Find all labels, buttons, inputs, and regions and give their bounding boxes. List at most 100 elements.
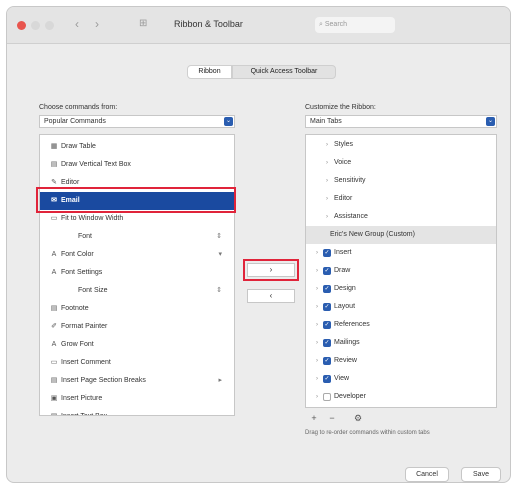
command-item[interactable]: Font Size ⇕ — [40, 282, 234, 300]
disclosure-triangle-icon[interactable]: › — [326, 136, 328, 154]
add-button-highlight-box — [243, 259, 299, 281]
disclosure-triangle-icon[interactable]: › — [326, 154, 328, 172]
ribbon-tree-item[interactable]: › ✓ Review — [306, 352, 496, 370]
command-item[interactable]: ▤ Footnote — [40, 300, 234, 318]
tab-checkbox[interactable]: ✓ — [323, 303, 331, 311]
tab-checkbox[interactable]: ✓ — [323, 285, 331, 293]
ribbon-tree-item[interactable]: › ✓ Design — [306, 280, 496, 298]
tab-checkbox[interactable]: ✓ — [323, 375, 331, 383]
disclosure-triangle-icon[interactable]: › — [326, 172, 328, 190]
disclosure-triangle-icon[interactable]: › — [316, 370, 318, 388]
chevron-down-icon: ⌄ — [486, 117, 495, 126]
ribbon-item-label: Draw — [334, 267, 351, 274]
settings-gear-icon[interactable]: ⚙ — [351, 411, 365, 425]
command-item[interactable]: A Grow Font — [40, 336, 234, 354]
disclosure-triangle-icon[interactable]: › — [326, 190, 328, 208]
remove-command-button[interactable]: ‹ — [247, 289, 295, 303]
comment-icon: ▭ — [50, 359, 58, 366]
close-window-button[interactable] — [17, 21, 26, 30]
ribbon-tree-item[interactable]: › Styles — [306, 136, 496, 154]
grow-font-icon: A — [51, 341, 57, 348]
command-item[interactable]: ▤ Insert Page Section Breaks ▸ — [40, 372, 234, 390]
cancel-button[interactable]: Cancel — [405, 467, 449, 482]
save-button[interactable]: Save — [461, 467, 501, 482]
ribbon-tree-item[interactable]: › Sensitivity — [306, 172, 496, 190]
ribbon-tree-item[interactable]: › Voice — [306, 154, 496, 172]
disclosure-triangle-icon[interactable]: › — [316, 334, 318, 352]
tab-checkbox[interactable]: ✓ — [323, 249, 331, 257]
ribbon-tree-item[interactable]: › ✓ Draw — [306, 262, 496, 280]
text-box-icon: ▤ — [50, 408, 58, 415]
command-item[interactable]: ✐ Format Painter — [40, 318, 234, 336]
tab-quick-access-toolbar[interactable]: Quick Access Toolbar — [232, 65, 336, 79]
command-item[interactable]: ▣ Insert Picture — [40, 390, 234, 408]
remove-tab-button[interactable]: − — [325, 411, 339, 425]
commands-list[interactable]: ▦ Draw Table ▤ Draw Vertical Text Box ✎ Edito… — [39, 134, 235, 416]
disclosure-triangle-icon[interactable]: › — [316, 316, 318, 334]
customize-ribbon-label: Customize the Ribbon: — [305, 104, 376, 111]
ribbon-tree-item[interactable]: › ✓ Insert — [306, 244, 496, 262]
custom-group-item[interactable]: Eric's New Group (Custom) — [306, 226, 496, 244]
tab-checkbox[interactable]: ✓ — [323, 267, 331, 275]
ribbon-tree-item[interactable]: › Developer — [306, 388, 496, 406]
disclosure-triangle-icon[interactable]: › — [316, 388, 318, 406]
grid-view-icon[interactable]: ⊞ — [139, 18, 147, 29]
submenu-arrow-icon: ⇕ — [216, 287, 222, 294]
commands-source-value: Popular Commands — [44, 118, 106, 125]
tab-checkbox[interactable] — [323, 393, 331, 401]
page-break-icon: ▤ — [50, 377, 58, 384]
disclosure-triangle-icon[interactable]: › — [316, 280, 318, 298]
command-label: Insert Text Box — [61, 408, 107, 415]
tab-checkbox[interactable]: ✓ — [323, 321, 331, 329]
search-input[interactable]: ⌕ Search — [315, 17, 395, 33]
ribbon-item-label: Design — [334, 285, 356, 292]
ribbon-item-label: Assistance — [334, 213, 368, 220]
command-item[interactable]: ▦ Draw Table — [40, 138, 234, 156]
command-item[interactable]: ▤Insert Text Box — [40, 408, 234, 415]
disclosure-triangle-icon[interactable]: › — [316, 298, 318, 316]
zoom-window-button[interactable] — [45, 21, 54, 30]
disclosure-triangle-icon[interactable]: › — [326, 208, 328, 226]
ribbon-tree-item[interactable]: › ✓ View — [306, 370, 496, 388]
ribbon-toolbar-window: ‹ › ⊞ Ribbon & Toolbar ⌕ Search Ribbon Q… — [6, 6, 511, 483]
tab-ribbon[interactable]: Ribbon — [187, 65, 232, 79]
ribbon-tree-item[interactable]: › ✓ Mailings — [306, 334, 496, 352]
minimize-window-button[interactable] — [31, 21, 40, 30]
footnote-icon: ▤ — [50, 305, 58, 312]
chevron-down-icon: ⌄ — [224, 117, 233, 126]
text-box-icon: ▤ — [50, 161, 58, 168]
forward-icon[interactable]: › — [95, 17, 99, 31]
command-item[interactable]: ▤ Draw Vertical Text Box — [40, 156, 234, 174]
window-title: Ribbon & Toolbar — [174, 19, 243, 29]
command-label: Font Size — [78, 287, 108, 294]
disclosure-triangle-icon[interactable]: › — [316, 244, 318, 262]
title-bar: ‹ › ⊞ Ribbon & Toolbar ⌕ Search — [7, 7, 510, 44]
command-item[interactable]: Font ⇕ — [40, 228, 234, 246]
ribbon-item-label: Insert — [334, 249, 352, 256]
command-item[interactable]: ▭ Insert Comment — [40, 354, 234, 372]
submenu-arrow-icon: ▾ — [218, 251, 222, 258]
commands-source-select[interactable]: Popular Commands ⌄ — [39, 115, 235, 128]
ribbon-tree-item[interactable]: › Assistance — [306, 208, 496, 226]
ribbon-item-label: Editor — [334, 195, 353, 202]
tab-checkbox[interactable]: ✓ — [323, 357, 331, 365]
ribbon-item-label: Review — [334, 357, 357, 364]
ribbon-tree[interactable]: › Styles › Voice › Sensitivity › Editor › Assista… — [305, 134, 497, 408]
font-settings-icon: A — [51, 269, 57, 276]
ribbon-tree-item[interactable]: › ✓ Layout — [306, 298, 496, 316]
add-tab-button[interactable]: + — [307, 411, 321, 425]
command-item[interactable]: A Font Settings — [40, 264, 234, 282]
email-highlight-box — [36, 187, 236, 213]
ribbon-tree-item[interactable]: › ✓ References — [306, 316, 496, 334]
command-label: Insert Comment — [61, 359, 111, 366]
ribbon-tree-item[interactable]: › Editor — [306, 190, 496, 208]
disclosure-triangle-icon[interactable]: › — [316, 352, 318, 370]
command-label: Footnote — [61, 305, 89, 312]
ribbon-item-label: Mailings — [334, 339, 360, 346]
command-label: Font Settings — [61, 269, 103, 276]
ribbon-tabs-select[interactable]: Main Tabs ⌄ — [305, 115, 497, 128]
tab-checkbox[interactable]: ✓ — [323, 339, 331, 347]
back-icon[interactable]: ‹ — [75, 17, 79, 31]
disclosure-triangle-icon[interactable]: › — [316, 262, 318, 280]
command-item[interactable]: A Font Color ▾ — [40, 246, 234, 264]
